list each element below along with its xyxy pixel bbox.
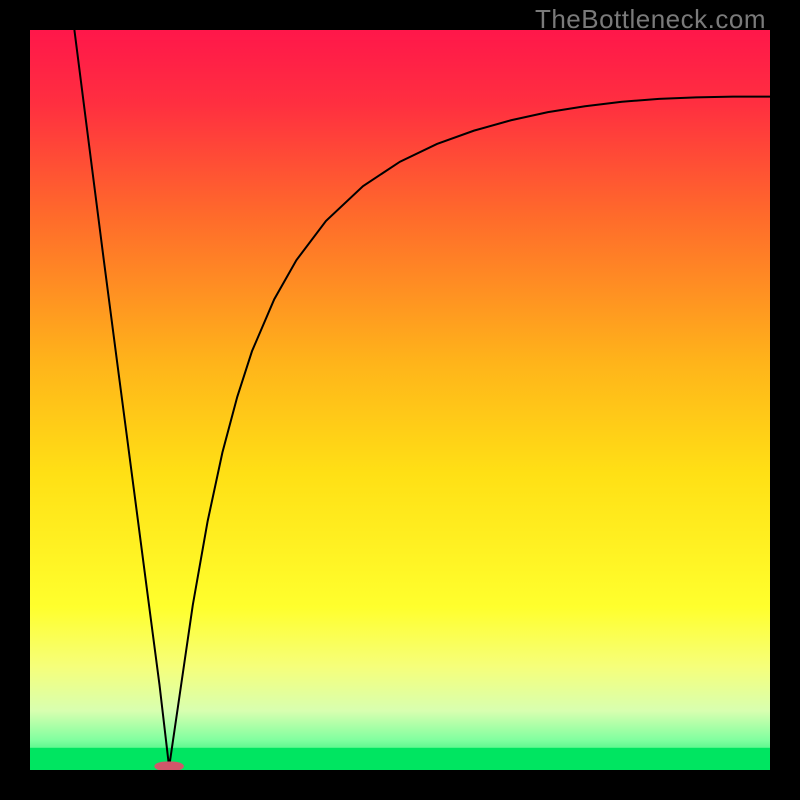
bottleneck-chart (30, 30, 770, 770)
minimum-marker (154, 761, 184, 770)
chart-background (30, 30, 770, 770)
chart-baseline-strip (30, 748, 770, 770)
chart-frame (30, 30, 770, 770)
